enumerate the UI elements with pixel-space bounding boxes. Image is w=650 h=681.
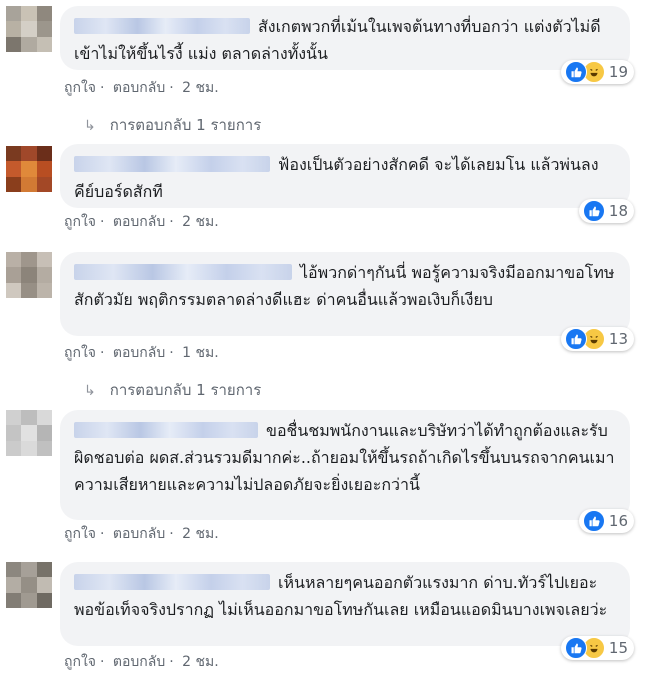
reaction-count: 16 — [608, 512, 628, 530]
view-replies-link[interactable]: ↳ การตอบกลับ 1 รายการ — [84, 113, 261, 137]
comment-bubble: ขอชื่นชมพนักงานและบริษัทว่าได้ทำถูกต้องแ… — [60, 410, 630, 520]
view-replies-link[interactable]: ↳ การตอบกลับ 1 รายการ — [84, 378, 261, 402]
avatar[interactable] — [6, 410, 52, 456]
reaction-summary[interactable]: 15 — [560, 636, 634, 660]
like-link[interactable]: ถูกใจ — [64, 345, 96, 361]
comment-bubble: สังเกตพวกที่เม้นในเพจต้นทางที่บอกว่า แต่… — [60, 6, 630, 70]
timestamp[interactable]: 1 ชม. — [182, 345, 219, 361]
reply-link[interactable]: ตอบกลับ — [113, 345, 165, 361]
comment-actions: ถูกใจ · ตอบกลับ · 2 ชม. — [64, 526, 219, 542]
thumbs-up-icon — [564, 61, 587, 83]
reaction-summary[interactable]: 19 — [560, 60, 634, 84]
author-name[interactable] — [74, 156, 270, 172]
reply-arrow-icon: ↳ — [84, 383, 96, 399]
comment-actions: ถูกใจ · ตอบกลับ · 2 ชม. — [64, 80, 219, 96]
comment-bubble: ฟ้องเป็นตัวอย่างสักคดี จะได้เลยมโน แล้วพ… — [60, 144, 630, 208]
author-name[interactable] — [74, 574, 270, 590]
author-name[interactable] — [74, 18, 250, 34]
comment-bubble: เห็นหลายๆคนออกตัวแรงมาก ด่าบ.ทัวร์ไปเยอะ… — [60, 562, 630, 646]
reaction-count: 13 — [608, 330, 628, 348]
timestamp[interactable]: 2 ชม. — [182, 526, 219, 542]
reaction-count: 19 — [608, 63, 628, 81]
reaction-summary[interactable]: 18 — [578, 199, 634, 223]
reply-arrow-icon: ↳ — [84, 118, 96, 134]
comment-actions: ถูกใจ · ตอบกลับ · 2 ชม. — [64, 654, 219, 670]
reply-link[interactable]: ตอบกลับ — [113, 526, 165, 542]
comment-actions: ถูกใจ · ตอบกลับ · 1 ชม. — [64, 345, 219, 361]
thumbs-up-icon — [582, 200, 605, 222]
like-link[interactable]: ถูกใจ — [64, 80, 96, 96]
view-replies-label: การตอบกลับ 1 รายการ — [109, 381, 262, 399]
avatar[interactable] — [6, 6, 52, 52]
reply-link[interactable]: ตอบกลับ — [113, 80, 165, 96]
reaction-summary[interactable]: 16 — [578, 509, 634, 533]
like-link[interactable]: ถูกใจ — [64, 654, 96, 670]
author-name[interactable] — [74, 422, 258, 438]
timestamp[interactable]: 2 ชม. — [182, 654, 219, 670]
avatar[interactable] — [6, 146, 52, 192]
timestamp[interactable]: 2 ชม. — [182, 214, 219, 230]
thumbs-up-icon — [564, 328, 587, 350]
thumbs-up-icon — [582, 510, 605, 532]
reply-link[interactable]: ตอบกลับ — [113, 654, 165, 670]
comment-bubble: ไอ้พวกด่าๆกันนี่ พอรู้ความจริงมีออกมาขอโ… — [60, 252, 630, 336]
author-name[interactable] — [74, 264, 292, 280]
avatar[interactable] — [6, 252, 52, 298]
thumbs-up-icon — [564, 637, 587, 659]
like-link[interactable]: ถูกใจ — [64, 526, 96, 542]
view-replies-label: การตอบกลับ 1 รายการ — [109, 116, 262, 134]
timestamp[interactable]: 2 ชม. — [182, 80, 219, 96]
comment-actions: ถูกใจ · ตอบกลับ · 2 ชม. — [64, 214, 219, 230]
like-link[interactable]: ถูกใจ — [64, 214, 96, 230]
avatar[interactable] — [6, 562, 52, 608]
reaction-count: 18 — [608, 202, 628, 220]
reply-link[interactable]: ตอบกลับ — [113, 214, 165, 230]
reaction-summary[interactable]: 13 — [560, 327, 634, 351]
reaction-count: 15 — [608, 639, 628, 657]
